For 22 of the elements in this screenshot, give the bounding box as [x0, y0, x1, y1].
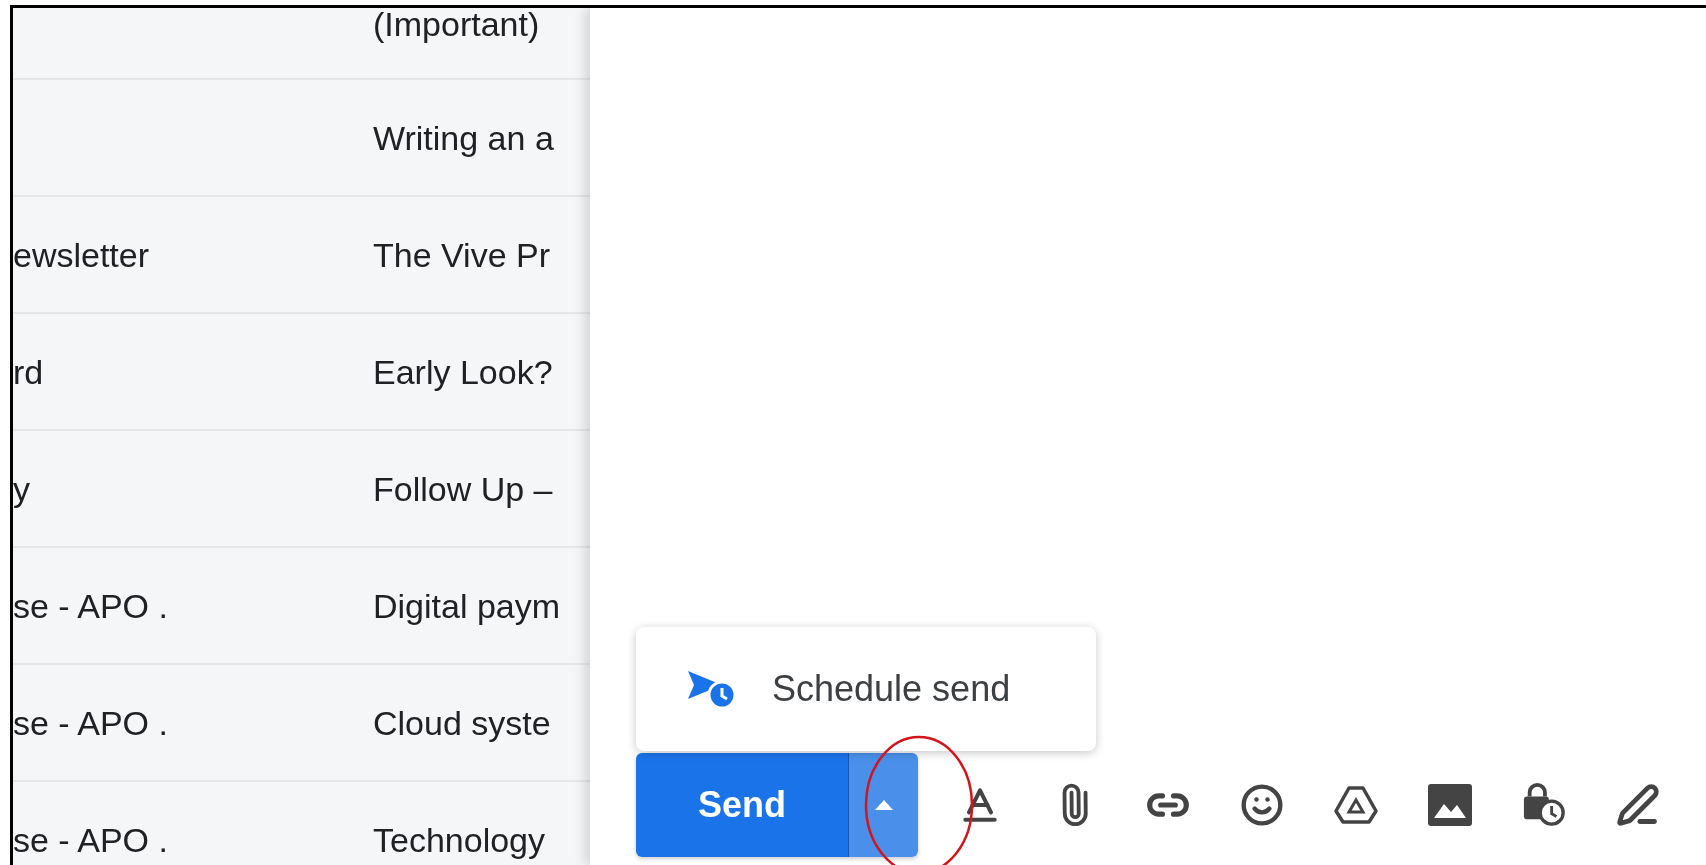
- send-button[interactable]: Send: [636, 753, 848, 857]
- sender-text: se - APO .: [13, 819, 169, 860]
- menu-item[interactable]: Schedule send: [636, 627, 1096, 751]
- sender-text: ewsletter: [13, 234, 151, 275]
- sender-text: rd: [13, 351, 45, 392]
- subject-text: (Important): [373, 8, 541, 44]
- lock-clock-icon[interactable]: [1522, 783, 1566, 827]
- subject-text: Cloud syste: [373, 702, 552, 743]
- subject-text: Digital paym: [373, 585, 562, 626]
- subject-text: Follow Up –: [373, 468, 554, 509]
- image-icon[interactable]: [1428, 783, 1472, 827]
- caret-icon: [874, 800, 893, 810]
- subject-text: The Vive Pr: [373, 234, 551, 275]
- subject-text: Early Look?: [373, 351, 554, 392]
- subject-text: Writing an a: [373, 117, 555, 158]
- smiley-icon[interactable]: [1240, 783, 1284, 827]
- subject-text: Technology: [373, 819, 546, 860]
- sender-text: se - APO .: [13, 585, 169, 626]
- sender-text: se - APO .: [13, 702, 169, 743]
- sender-text: y: [13, 468, 31, 509]
- pen-icon[interactable]: [1616, 783, 1660, 827]
- triangle-icon[interactable]: [1334, 783, 1378, 827]
